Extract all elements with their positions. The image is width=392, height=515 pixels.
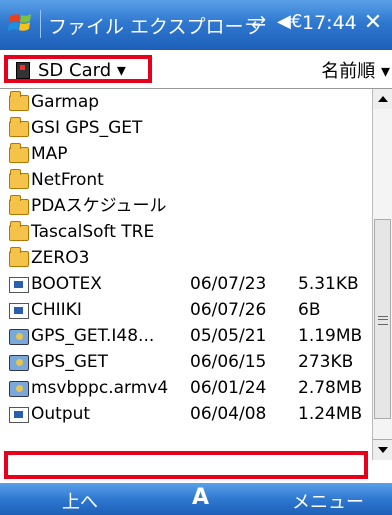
folder-icon [9, 143, 29, 163]
file-name: GPS_GET.I48... [31, 326, 155, 346]
close-icon[interactable]: ✕ [360, 10, 386, 36]
folder-row[interactable]: NetFront [0, 167, 370, 193]
file-name: Garmap [31, 92, 100, 112]
softkey-menu[interactable]: メニュー [292, 488, 364, 514]
file-row[interactable]: msvbppc.armv4 06/01/24 2.78MB [0, 375, 370, 401]
file-size: 6B [298, 300, 321, 320]
title-bar: ファイル エクスプローラ ⇄ ◀€ 17:44 ✕ [0, 0, 392, 50]
scroll-track[interactable] [373, 109, 392, 439]
location-label: SD Card ▾ [38, 60, 126, 81]
folder-row[interactable]: Garmap [0, 89, 370, 115]
connectivity-icon[interactable]: ⇄ [251, 12, 266, 33]
file-size: 1.24MB [298, 404, 363, 424]
vertical-scrollbar[interactable] [372, 89, 392, 460]
file-row[interactable]: BOOTEX 06/07/23 5.31KB [0, 271, 370, 297]
file-name: BOOTEX [31, 274, 102, 294]
program-icon [9, 355, 29, 371]
folder-row[interactable]: ZERO3 [0, 245, 370, 271]
file-name: msvbppc.armv4 [31, 378, 169, 398]
folder-row[interactable]: TascalSoft TRE [0, 219, 370, 245]
clock[interactable]: 17:44 [302, 12, 357, 34]
file-date: 05/05/21 [190, 326, 267, 346]
program-icon [9, 329, 29, 345]
folder-icon [9, 91, 29, 111]
file-name: Output [31, 404, 91, 424]
softkey-up[interactable]: 上へ [62, 488, 98, 514]
file-size: 1.19MB [298, 326, 363, 346]
file-list: Garmap GSI GPS_GET MAP NetFront PDAスケジュール Tas… [0, 89, 370, 459]
file-row[interactable]: Output 06/04/08 1.24MB [0, 401, 370, 427]
input-panel-icon[interactable]: A [192, 485, 209, 510]
grip-icon [378, 316, 388, 325]
folder-row[interactable]: PDAスケジュール [0, 193, 370, 219]
program-icon [9, 381, 29, 397]
folder-icon [9, 169, 29, 189]
volume-icon[interactable]: ◀€ [277, 11, 302, 32]
folder-icon [9, 195, 29, 215]
folder-row[interactable]: MAP [0, 141, 370, 167]
file-name: NetFront [31, 170, 104, 190]
scroll-down-arrow-icon[interactable] [373, 439, 392, 460]
file-name: CHIIKI [31, 300, 82, 320]
scroll-up-arrow-icon[interactable] [373, 89, 392, 110]
folder-icon [9, 221, 29, 241]
highlight-box [4, 451, 368, 479]
window-title: ファイル エクスプローラ [48, 16, 263, 38]
file-row[interactable]: GPS_GET 06/06/15 273KB [0, 349, 370, 375]
document-icon [9, 303, 29, 319]
file-date: 06/07/26 [190, 300, 267, 320]
document-icon [9, 277, 29, 293]
file-date: 06/06/15 [190, 352, 267, 372]
file-name: GSI GPS_GET [31, 118, 143, 138]
softkey-bar: 上へ A メニュー [0, 483, 392, 515]
file-row[interactable]: CHIIKI 06/07/26 6B [0, 297, 370, 323]
file-row[interactable]: GPS_GET.I48... 05/05/21 1.19MB [0, 323, 370, 349]
file-name: ZERO3 [31, 248, 90, 268]
file-size: 2.78MB [298, 378, 363, 398]
folder-icon [9, 247, 29, 267]
file-date: 06/04/08 [190, 404, 267, 424]
file-name: GPS_GET [31, 352, 109, 372]
file-name: TascalSoft TRE [31, 222, 155, 242]
location-dropdown[interactable]: SD Card ▾ [4, 55, 152, 83]
folder-icon [9, 117, 29, 137]
file-size: 5.31KB [298, 274, 359, 294]
location-toolbar: SD Card ▾ 名前順 ▾ [0, 50, 392, 89]
scroll-thumb[interactable] [374, 219, 391, 419]
file-date: 06/07/23 [190, 274, 267, 294]
title-separator [40, 10, 41, 38]
windows-start-icon[interactable] [6, 8, 36, 38]
sort-dropdown[interactable]: 名前順 ▾ [321, 57, 390, 83]
sd-card-icon [16, 62, 30, 79]
folder-row[interactable]: GSI GPS_GET [0, 115, 370, 141]
file-date: 06/01/24 [190, 378, 267, 398]
file-size: 273KB [298, 352, 354, 372]
file-name: MAP [31, 144, 68, 164]
document-icon [9, 407, 29, 423]
file-name: PDAスケジュール [31, 196, 167, 216]
